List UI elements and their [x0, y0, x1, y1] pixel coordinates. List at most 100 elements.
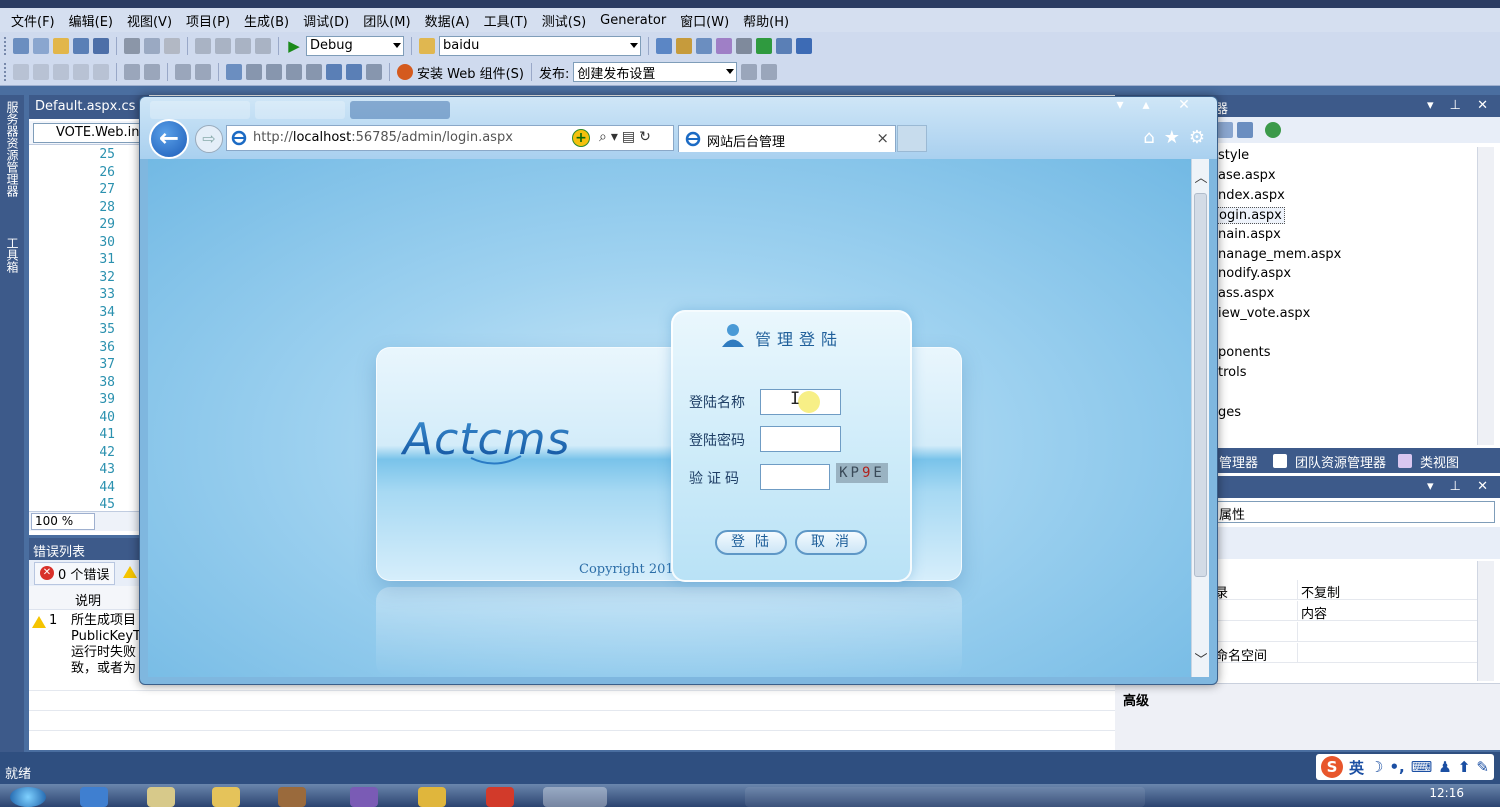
keyboard-icon[interactable]: ⌨ [1411, 758, 1433, 776]
publish-icon[interactable] [741, 64, 758, 80]
scroll-down-icon[interactable]: ﹀ [1193, 649, 1209, 668]
tab-close-button[interactable]: × [876, 129, 889, 147]
add-item-icon[interactable] [33, 37, 49, 54]
solution-tree-item[interactable]: ndex.aspx [1218, 188, 1285, 203]
toolbar-grip[interactable] [4, 36, 7, 55]
toolbar-grip[interactable] [4, 63, 7, 81]
object-browser-icon[interactable] [696, 37, 712, 54]
scroll-up-icon[interactable]: ︿ [1193, 167, 1209, 186]
show-all-files-icon[interactable] [1217, 122, 1233, 138]
ime-mode[interactable]: 英 [1349, 757, 1364, 778]
login-button[interactable]: 登陆 [715, 530, 787, 555]
taskbar-app-icon[interactable] [80, 787, 108, 807]
clock[interactable]: 12:16 [1429, 786, 1464, 800]
clear-bookmarks-icon[interactable] [326, 64, 342, 80]
new-project-icon[interactable] [13, 37, 29, 54]
save-all-icon[interactable] [93, 37, 109, 54]
search-icon[interactable]: ⌕ [599, 129, 611, 145]
menu-project[interactable]: 项目(P) [179, 11, 237, 30]
paste-icon[interactable] [164, 37, 180, 54]
task-list-icon[interactable] [346, 64, 362, 80]
address-bar[interactable]: http://localhost:56785/admin/login.aspx … [226, 125, 674, 151]
punctuation-icon[interactable]: •, [1389, 758, 1404, 776]
menu-team[interactable]: 团队(M) [356, 11, 417, 30]
find-in-files-icon[interactable] [419, 37, 435, 54]
internet-explorer-icon[interactable] [543, 787, 607, 807]
compatibility-view-icon[interactable]: + [572, 129, 590, 147]
menu-data[interactable]: 数据(A) [418, 11, 477, 30]
comment-icon[interactable] [175, 64, 191, 80]
window-layout-icon[interactable] [796, 37, 812, 54]
uncomment-icon[interactable] [195, 64, 211, 80]
browser-tab[interactable]: 网站后台管理 × [678, 125, 896, 152]
warning-icon[interactable] [123, 566, 138, 578]
menu-file[interactable]: 文件(F) [4, 11, 62, 30]
settings-icon[interactable] [736, 37, 752, 54]
find-combo[interactable]: baidu [439, 35, 641, 56]
menu-generator[interactable]: Generator [593, 13, 673, 28]
property-row[interactable] [1215, 622, 1477, 642]
align-right-icon[interactable] [53, 64, 69, 80]
user-icon[interactable]: ♟ [1438, 758, 1451, 776]
prev-bookmark-icon[interactable] [246, 64, 262, 80]
menu-test[interactable]: 测试(S) [535, 11, 593, 30]
moon-icon[interactable]: ☽ [1370, 758, 1383, 776]
captcha-image[interactable]: KP9E [836, 463, 888, 483]
maximize-icon[interactable]: ▴ [1133, 97, 1159, 113]
compat-view-icon[interactable]: ▤ [622, 129, 639, 145]
panel-controls[interactable]: ▾ ⊥ ✕ [1427, 98, 1494, 113]
navigate-back-icon[interactable] [235, 37, 251, 54]
ime-toolbar[interactable]: S 英 ☽ •, ⌨ ♟ ⬆ ✎ [1315, 754, 1494, 780]
install-icon[interactable] [397, 64, 413, 80]
solution-tree-item[interactable]: iew_vote.aspx [1218, 306, 1310, 321]
command-window-icon[interactable] [776, 37, 792, 54]
save-icon[interactable] [73, 37, 89, 54]
folder-icon[interactable] [212, 787, 240, 807]
solution-tree-item[interactable]: style [1218, 148, 1249, 163]
description-column-header[interactable]: 说明 [75, 590, 101, 609]
publish-select[interactable]: 创建发布设置 [573, 62, 738, 82]
bookmark-icon[interactable] [226, 64, 242, 80]
start-button-icon[interactable] [10, 787, 46, 807]
prev-folder-bookmark-icon[interactable] [286, 64, 302, 80]
captcha-input[interactable] [760, 464, 830, 490]
wrench-icon[interactable]: ✎ [1476, 758, 1489, 776]
refresh-icon[interactable]: ↻ [639, 129, 655, 145]
menu-view[interactable]: 视图(V) [120, 11, 179, 30]
install-web-components-button[interactable]: 安装 Web 组件(S) [417, 63, 524, 82]
home-icon[interactable]: ⌂ [1143, 127, 1154, 148]
properties-scrollbar[interactable] [1477, 561, 1494, 681]
errors-filter-button[interactable]: ✕ 0 个错误 [34, 561, 116, 585]
view-designer-icon[interactable] [1265, 122, 1281, 138]
open-folder-icon[interactable] [53, 37, 69, 54]
server-explorer-tab[interactable]: 服务器资源管理器 [3, 101, 21, 197]
back-button[interactable]: ← [149, 119, 189, 159]
password-input[interactable] [760, 426, 841, 452]
new-tab-button[interactable] [897, 125, 927, 152]
navigate-forward-icon[interactable] [255, 37, 271, 54]
properties-object-combo[interactable]: 属性 [1215, 501, 1495, 523]
toolbox-tab[interactable]: 工具箱 [3, 237, 21, 273]
more-icon[interactable] [366, 64, 382, 80]
align-left-icon[interactable] [13, 64, 29, 80]
tab-team-explorer[interactable]: 团队资源管理器 [1295, 452, 1386, 471]
undo-icon[interactable] [195, 37, 211, 54]
minimize-icon[interactable]: ▾ [1107, 97, 1133, 113]
taskbar-app-icon[interactable] [486, 787, 514, 807]
property-row[interactable]: 命名空间 [1215, 643, 1477, 664]
align-center-icon[interactable] [33, 64, 49, 80]
taskbar-app-icon[interactable] [418, 787, 446, 807]
solution-explorer-icon[interactable] [656, 37, 672, 54]
solution-scrollbar[interactable] [1477, 147, 1494, 445]
font-size-icon[interactable] [73, 64, 89, 80]
property-row[interactable]: 内容 [1215, 601, 1477, 622]
menu-build[interactable]: 生成(B) [237, 11, 296, 30]
next-bookmark-icon[interactable] [266, 64, 282, 80]
cancel-button[interactable]: 取消 [795, 530, 867, 555]
panel-controls[interactable]: ▾ ⊥ ✕ [1427, 479, 1494, 494]
menu-window[interactable]: 窗口(W) [673, 11, 736, 30]
sogou-icon[interactable]: S [1320, 756, 1343, 778]
document-tab[interactable]: Default.aspx.cs [29, 95, 149, 119]
tab-class-view[interactable]: 类视图 [1420, 452, 1459, 471]
solution-tree-item[interactable]: nain.aspx [1218, 227, 1281, 242]
